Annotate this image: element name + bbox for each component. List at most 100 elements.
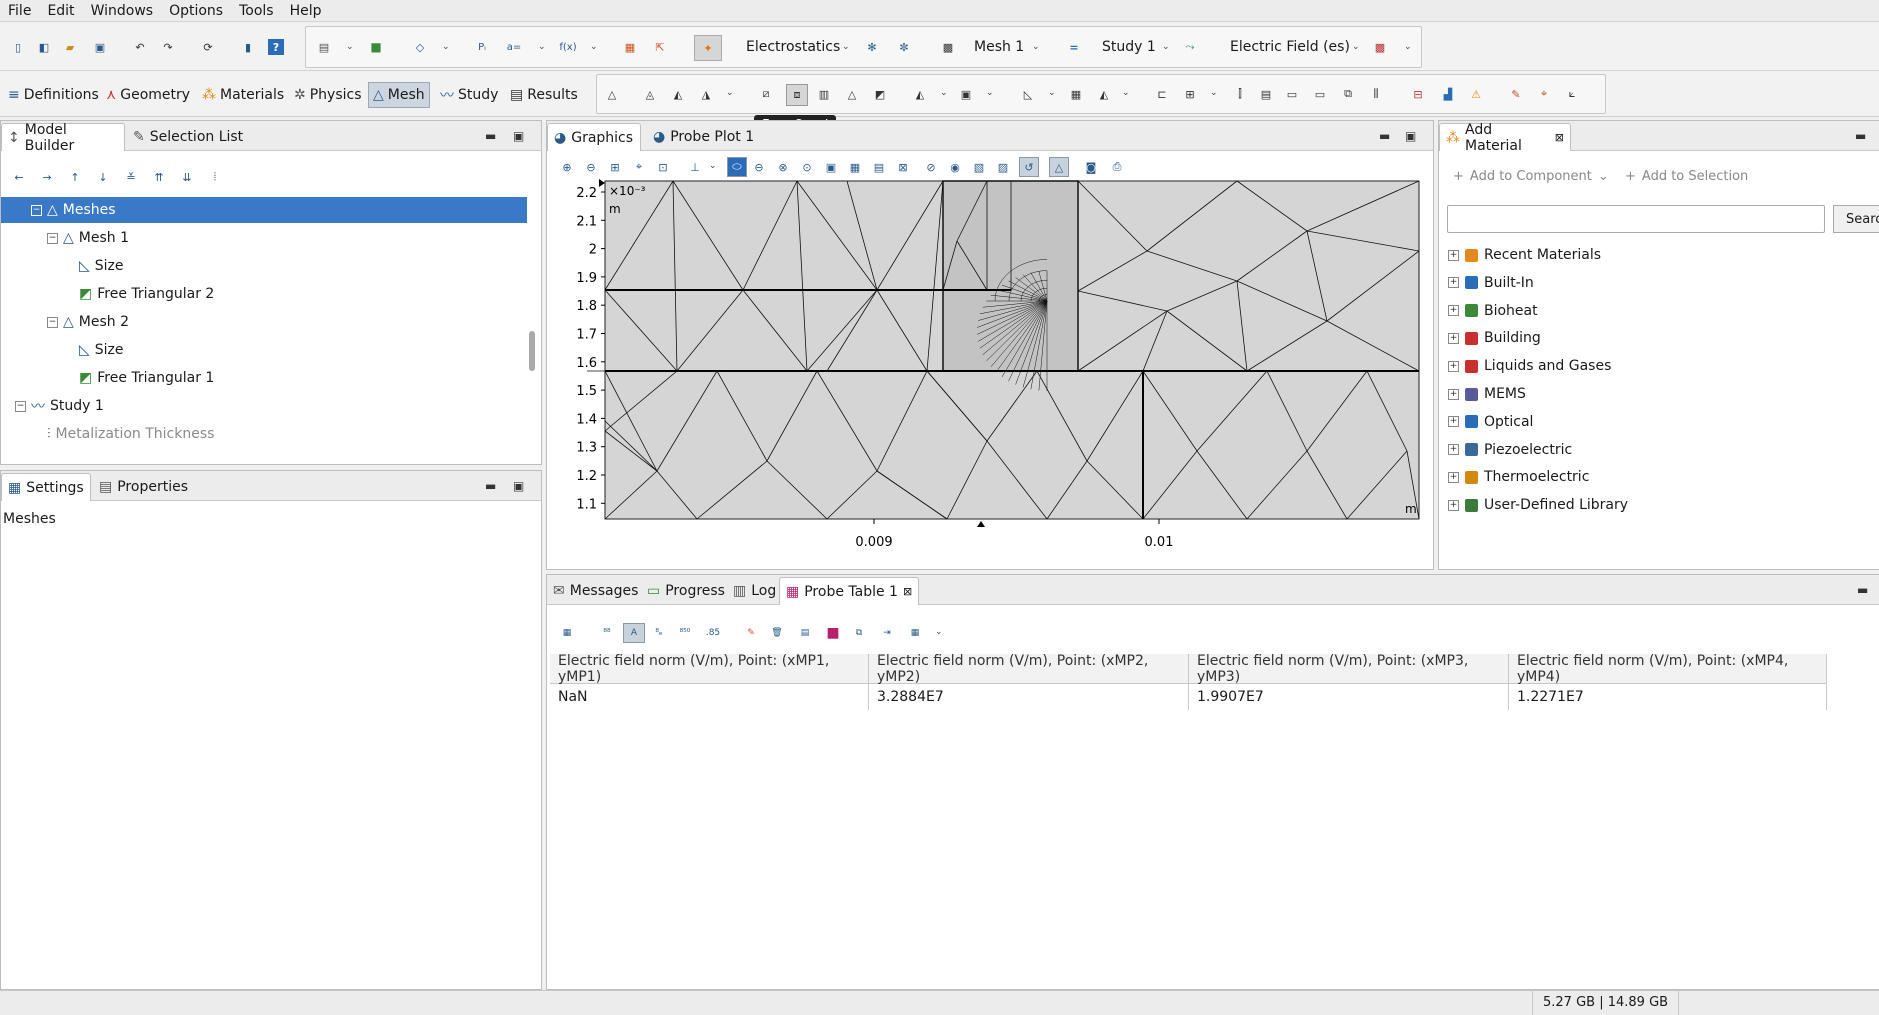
parameters-icon[interactable]: Pᵢ bbox=[474, 39, 490, 55]
warning-icon[interactable]: ⚠ bbox=[1468, 86, 1484, 102]
tree-item[interactable]: ◺ Size bbox=[1, 253, 527, 279]
expand-icon[interactable]: + bbox=[1448, 305, 1459, 317]
tree-item[interactable]: ◩ Free Triangular 2 bbox=[1, 281, 527, 307]
menu-windows[interactable]: Windows bbox=[83, 0, 162, 22]
convert-icon[interactable]: ◩ bbox=[872, 86, 888, 102]
move-up-icon[interactable]: ↑ bbox=[67, 169, 83, 185]
tab-geometry[interactable]: ⋏ Geometry bbox=[102, 82, 194, 108]
chevron-down-icon[interactable]: ⌄ bbox=[1404, 42, 1412, 52]
clear-mesh-icon[interactable]: ⊟ bbox=[1410, 86, 1426, 102]
corner-refinement-icon[interactable]: ▭ bbox=[1312, 86, 1328, 102]
table-column-header[interactable]: Electric field norm (V/m), Point: (xMP1,… bbox=[550, 653, 869, 685]
collapse-icon[interactable]: − bbox=[47, 316, 58, 328]
result-select[interactable]: Electric Field (es) bbox=[1230, 39, 1350, 55]
chevron-down-icon[interactable]: ⌄ bbox=[726, 88, 734, 98]
chevron-down-icon[interactable]: ⌄ bbox=[1210, 88, 1218, 98]
triangle-icon[interactable]: △ bbox=[844, 86, 860, 102]
show-icon[interactable]: ≚ bbox=[123, 169, 139, 185]
precision-auto-icon[interactable]: A bbox=[623, 623, 645, 643]
free-triangular-icon[interactable]: ◭ bbox=[670, 86, 686, 102]
collapse-icon[interactable]: − bbox=[31, 204, 42, 216]
menu-options[interactable]: Options bbox=[161, 0, 231, 22]
menu-tools[interactable]: Tools bbox=[231, 0, 282, 22]
tab-selection-list[interactable]: ✎ Selection List bbox=[127, 123, 249, 151]
functions-icon[interactable]: f(x) bbox=[559, 39, 576, 55]
tab-definitions[interactable]: ≡ Definitions bbox=[4, 82, 103, 108]
size-icon[interactable]: ◺ bbox=[1020, 86, 1036, 102]
import-mesh-icon[interactable]: ▣ bbox=[958, 86, 974, 102]
collapse-icon[interactable]: − bbox=[47, 232, 58, 244]
chevron-down-icon[interactable]: ⌄ bbox=[1162, 42, 1170, 52]
tab-settings[interactable]: ▦ Settings bbox=[1, 473, 91, 501]
precision-full-icon[interactable]: ⁸⁸ bbox=[599, 625, 615, 641]
precision-icon[interactable]: .85 bbox=[705, 625, 721, 641]
edge-icon[interactable]: ⧉ bbox=[1340, 86, 1356, 102]
variables-icon[interactable]: a= bbox=[506, 39, 522, 55]
copy-table-icon[interactable]: ⧉ bbox=[851, 625, 867, 641]
expand-icon[interactable]: + bbox=[1448, 360, 1459, 372]
chevron-down-icon[interactable]: ⌄ bbox=[986, 88, 994, 98]
material-search-input[interactable] bbox=[1447, 205, 1825, 233]
physics-select[interactable]: Electrostatics bbox=[746, 39, 840, 55]
table-options-icon[interactable]: ▦ bbox=[907, 625, 923, 641]
refine-icon[interactable]: ▤ bbox=[1258, 86, 1274, 102]
chevron-down-icon[interactable]: ⌄ bbox=[590, 42, 598, 52]
tab-graphics[interactable]: ◕ Graphics bbox=[547, 123, 641, 151]
menu-file[interactable]: File bbox=[0, 0, 39, 22]
material-library-item[interactable]: + Optical bbox=[1448, 409, 1533, 435]
save-icon[interactable]: ▣ bbox=[92, 39, 108, 55]
table-graph-icon[interactable]: ▤ bbox=[797, 625, 813, 641]
expand-icon[interactable]: + bbox=[1448, 332, 1459, 344]
tab-log[interactable]: ▥ Log bbox=[727, 577, 782, 605]
import-icon[interactable]: ⇱ bbox=[652, 39, 668, 55]
chevron-down-icon[interactable]: ⌄ bbox=[842, 42, 850, 52]
table-cell[interactable]: NaN bbox=[550, 684, 869, 710]
study-equals-icon[interactable]: = bbox=[1066, 39, 1082, 55]
add-to-selection-button[interactable]: + Add to Selection bbox=[1625, 169, 1748, 184]
clear-table-icon[interactable]: ✎ bbox=[743, 625, 759, 641]
expand-icon[interactable]: + bbox=[1448, 444, 1459, 456]
minimize-icon[interactable]: ▬ bbox=[1855, 129, 1866, 143]
chevron-down-icon[interactable]: ⌄ bbox=[1032, 42, 1040, 52]
collapse-icon[interactable]: − bbox=[15, 400, 26, 412]
redo-icon[interactable]: ↷ bbox=[160, 39, 176, 55]
close-icon[interactable]: ⊠ bbox=[903, 585, 912, 598]
add-component-icon[interactable]: ■ bbox=[368, 39, 384, 55]
table-layout-icon[interactable]: ▦ bbox=[559, 625, 575, 641]
tab-study[interactable]: 〰 Study bbox=[436, 82, 502, 108]
mesh-grid-icon[interactable]: ▩ bbox=[940, 39, 956, 55]
material-library-item[interactable]: + Piezoelectric bbox=[1448, 437, 1572, 463]
tab-properties[interactable]: ▤ Properties bbox=[93, 473, 194, 501]
tab-messages[interactable]: ✉ Messages bbox=[547, 577, 644, 605]
statistics-icon[interactable]: ⊏ bbox=[1154, 86, 1170, 102]
table-cell[interactable]: 1.9907E7 bbox=[1189, 684, 1509, 710]
menu-help[interactable]: Help bbox=[282, 0, 330, 22]
chevron-down-icon[interactable]: ⌄ bbox=[935, 627, 943, 637]
material-library-item[interactable]: + Liquids and Gases bbox=[1448, 353, 1611, 379]
build-mesh-icon[interactable]: △ bbox=[604, 86, 620, 102]
mapped-icon[interactable]: ⧄ bbox=[758, 86, 774, 102]
open-folder-icon[interactable]: ▰ bbox=[62, 39, 78, 55]
maximize-icon[interactable]: ▣ bbox=[513, 129, 524, 143]
expand-icon[interactable]: + bbox=[1448, 388, 1459, 400]
delete-entities-icon[interactable]: ⫿ bbox=[1232, 86, 1248, 102]
collapse-all-icon[interactable]: ⇈ bbox=[151, 169, 167, 185]
measure-icon[interactable]: ⊞ bbox=[1182, 86, 1198, 102]
close-icon[interactable]: ⊠ bbox=[1555, 131, 1564, 144]
distribution-icon[interactable]: ▦ bbox=[1068, 86, 1084, 102]
table-column-header[interactable]: Electric field norm (V/m), Point: (xMP4,… bbox=[1509, 653, 1827, 685]
tab-mesh[interactable]: △ Mesh bbox=[368, 82, 430, 108]
expand-icon[interactable]: + bbox=[1448, 471, 1459, 483]
tree-item[interactable]: ⫶ Metalization Thickness bbox=[1, 421, 527, 447]
chevron-down-icon[interactable]: ⌄ bbox=[346, 42, 354, 52]
export-icon[interactable]: ⇥ bbox=[879, 625, 895, 641]
expand-icon[interactable]: + bbox=[1448, 249, 1459, 261]
minimize-icon[interactable]: ▬ bbox=[485, 129, 496, 143]
material-library-item[interactable]: + User-Defined Library bbox=[1448, 492, 1628, 518]
chevron-down-icon[interactable]: ⌄ bbox=[1122, 88, 1130, 98]
material-library-item[interactable]: + Building bbox=[1448, 325, 1541, 351]
table-column-header[interactable]: Electric field norm (V/m), Point: (xMP3,… bbox=[1189, 653, 1509, 685]
menu-edit[interactable]: Edit bbox=[39, 0, 82, 22]
help-icon[interactable]: ? bbox=[268, 39, 284, 55]
material-library-item[interactable]: + Thermoelectric bbox=[1448, 464, 1589, 490]
